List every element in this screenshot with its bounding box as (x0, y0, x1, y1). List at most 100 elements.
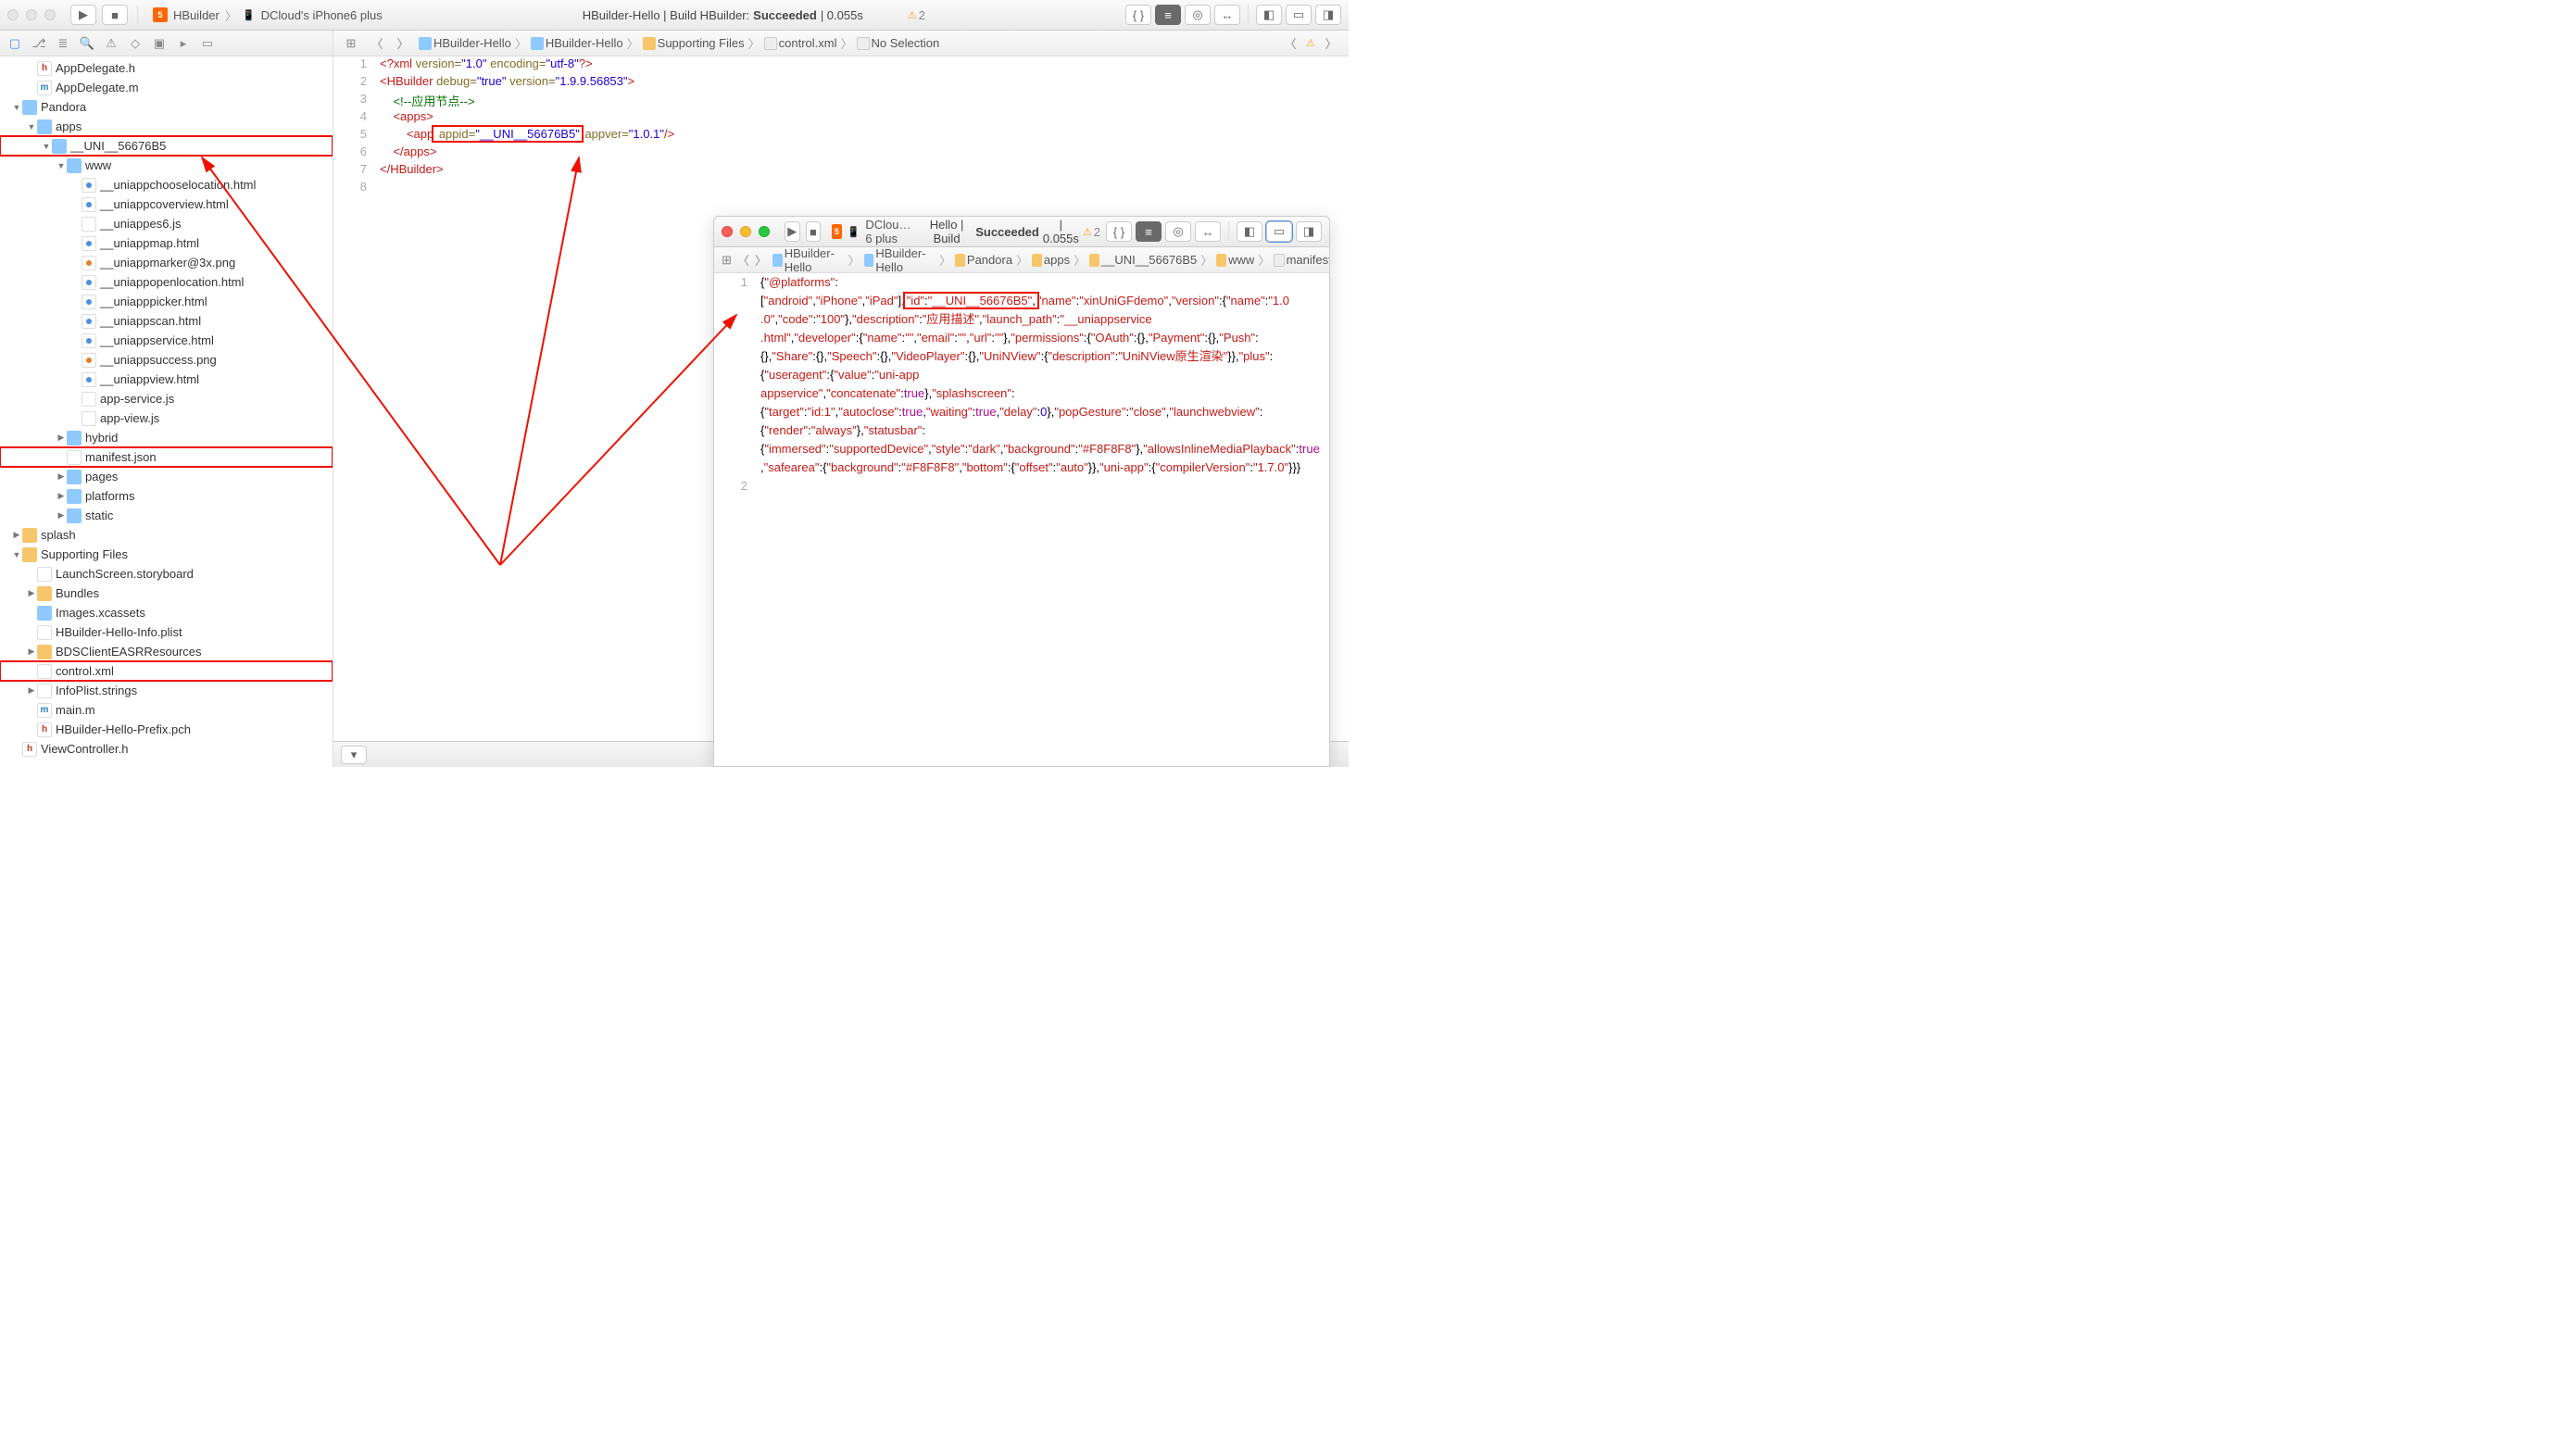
breadcrumb-item[interactable]: control.xml (779, 36, 837, 50)
breakpoint-nav-tab[interactable]: ▸ (174, 34, 193, 53)
find-nav-tab[interactable]: 🔍 (78, 34, 96, 53)
tree-item[interactable]: ▶platforms (0, 486, 333, 506)
symbol-nav-tab[interactable]: ≣ (54, 34, 72, 53)
report-nav-tab[interactable]: ▭ (198, 34, 217, 53)
breadcrumb-item[interactable]: HBuilder-Hello (546, 36, 623, 50)
tree-item[interactable]: __uniappsuccess.png (0, 350, 333, 370)
file-tree[interactable]: hAppDelegate.hmAppDelegate.m▼Pandora▼app… (0, 56, 333, 767)
tree-item[interactable]: mAppDelegate.m (0, 78, 333, 97)
tree-item[interactable]: ▼apps (0, 117, 333, 136)
console-toggle[interactable]: ▾ (341, 746, 367, 764)
jump-bar-next[interactable]: 〉 (1321, 34, 1341, 53)
code-snippets-button[interactable]: { } (1125, 5, 1151, 25)
tree-item[interactable]: __uniappopenlocation.html (0, 272, 333, 292)
left-panel-toggle[interactable]: ◧ (1256, 5, 1282, 25)
breadcrumb-item[interactable]: HBuilder-Hello (785, 246, 845, 274)
sub-snippets-button[interactable]: { } (1106, 221, 1132, 242)
standard-editor-button[interactable]: ≡ (1155, 5, 1181, 25)
issue-nav-tab[interactable]: ⚠ (102, 34, 120, 53)
sub-version-editor[interactable]: ↔ (1195, 221, 1221, 242)
sub-related-items[interactable]: ⊞ (722, 251, 732, 270)
tree-item[interactable]: ▼www (0, 156, 333, 175)
breadcrumb-item[interactable]: No Selection (872, 36, 940, 50)
sub-breadcrumb[interactable]: HBuilder-Hello〉HBuilder-Hello〉Pandora〉ap… (772, 246, 1330, 274)
tree-item[interactable]: __uniappservice.html (0, 331, 333, 350)
sub-window-controls[interactable] (722, 226, 779, 237)
forward-button[interactable]: 〉 (393, 34, 413, 53)
sub-left-panel[interactable]: ◧ (1237, 221, 1262, 242)
warning-badge[interactable]: 2 (908, 8, 925, 22)
jump-warning-badge[interactable] (1306, 37, 1315, 49)
tree-item[interactable]: mmain.m (0, 700, 333, 720)
tree-item[interactable]: app-view.js (0, 408, 333, 428)
sub-bottom-panel[interactable]: ▭ (1266, 221, 1292, 242)
tree-item[interactable]: app-service.js (0, 389, 333, 408)
code-editor-manifest-json[interactable]: 1{"@platforms":["android","iPhone","iPad… (714, 273, 1329, 766)
right-panel-toggle[interactable]: ◨ (1315, 5, 1341, 25)
breadcrumb-item[interactable]: Pandora (967, 253, 1012, 267)
tree-item[interactable]: ▶pages (0, 467, 333, 486)
sub-scheme-selector[interactable]: 5 📱 DClou…6 plus (832, 218, 916, 245)
breadcrumb-item[interactable]: __UNI__56676B5 (1101, 253, 1197, 267)
jump-bar-sub[interactable]: ⊞ 〈 〉 HBuilder-Hello〉HBuilder-Hello〉Pand… (714, 247, 1329, 273)
tree-item[interactable]: __uniappmap.html (0, 233, 333, 253)
breadcrumb[interactable]: HBuilder-Hello〉HBuilder-Hello〉Supporting… (419, 34, 939, 52)
tree-item[interactable]: ▼__UNI__56676B5 (0, 136, 333, 156)
tree-item[interactable]: Images.xcassets (0, 603, 333, 622)
tree-item[interactable]: __uniapppicker.html (0, 292, 333, 311)
tree-item[interactable]: LaunchScreen.storyboard (0, 564, 333, 584)
breadcrumb-item[interactable]: www (1228, 253, 1254, 267)
stop-button[interactable]: ■ (102, 5, 128, 25)
tree-item[interactable]: __uniappes6.js (0, 214, 333, 233)
sub-run-button[interactable]: ▶ (785, 221, 800, 242)
sub-back-button[interactable]: 〈 (737, 251, 749, 270)
breadcrumb-item[interactable]: manifest.json (1287, 253, 1330, 267)
tree-item[interactable]: hHBuilder-Hello-Prefix.pch (0, 720, 333, 739)
tree-item[interactable]: manifest.json (0, 447, 333, 467)
scheme-selector[interactable]: 5 HBuilder 〉 📱 DCloud's iPhone6 plus (153, 6, 383, 24)
sub-right-panel[interactable]: ◨ (1296, 221, 1322, 242)
test-nav-tab[interactable]: ◇ (126, 34, 144, 53)
tree-item[interactable]: ▶Bundles (0, 584, 333, 603)
tree-item[interactable]: control.xml (0, 661, 333, 681)
window-controls[interactable] (7, 9, 65, 20)
assistant-editor-button[interactable]: ◎ (1185, 5, 1211, 25)
tree-item[interactable]: ▶InfoPlist.strings (0, 681, 333, 700)
tree-item[interactable]: ▶BDSClientEASRResources (0, 642, 333, 661)
tree-item-label: InfoPlist.strings (56, 684, 137, 697)
breadcrumb-item[interactable]: HBuilder-Hello (875, 246, 936, 274)
tree-item[interactable]: __uniappcoverview.html (0, 195, 333, 214)
breadcrumb-item[interactable]: HBuilder-Hello (433, 36, 511, 50)
tree-item[interactable]: __uniappscan.html (0, 311, 333, 331)
tree-item[interactable]: ▶static (0, 506, 333, 525)
tree-item-label: __uniappchooselocation.html (100, 178, 256, 192)
tree-item[interactable]: ▶splash (0, 525, 333, 545)
sub-forward-button[interactable]: 〉 (755, 251, 767, 270)
sub-standard-editor[interactable]: ≡ (1136, 221, 1162, 242)
tree-item[interactable]: ▼Supporting Files (0, 545, 333, 564)
tree-item[interactable]: ▶hybrid (0, 428, 333, 447)
debug-nav-tab[interactable]: ▣ (150, 34, 169, 53)
tree-item[interactable]: __uniappview.html (0, 370, 333, 389)
breadcrumb-item[interactable]: apps (1044, 253, 1070, 267)
tree-item-label: __UNI__56676B5 (70, 139, 166, 153)
run-button[interactable]: ▶ (70, 5, 96, 25)
tree-item[interactable]: hAppDelegate.h (0, 58, 333, 78)
tree-item[interactable]: __uniappmarker@3x.png (0, 253, 333, 272)
project-nav-tab[interactable]: ▢ (6, 34, 24, 53)
jump-bar-prev[interactable]: 〈 (1280, 34, 1300, 53)
related-items-button[interactable]: ⊞ (341, 34, 361, 53)
sub-stop-button[interactable]: ■ (806, 221, 822, 242)
sub-assistant-editor[interactable]: ◎ (1165, 221, 1191, 242)
sub-warning-badge[interactable]: 2 (1083, 225, 1100, 239)
back-button[interactable]: 〈 (367, 34, 387, 53)
source-control-nav-tab[interactable]: ⎇ (30, 34, 48, 53)
breadcrumb-item[interactable]: Supporting Files (658, 36, 745, 50)
tree-item[interactable]: HBuilder-Hello-Info.plist (0, 622, 333, 642)
bottom-panel-toggle[interactable]: ▭ (1286, 5, 1312, 25)
tree-item[interactable]: __uniappchooselocation.html (0, 175, 333, 195)
jump-bar-main[interactable]: ⊞ 〈 〉 HBuilder-Hello〉HBuilder-Hello〉Supp… (333, 31, 1349, 56)
tree-item[interactable]: hViewController.h (0, 739, 333, 759)
tree-item[interactable]: ▼Pandora (0, 97, 333, 117)
version-editor-button[interactable]: ↔ (1214, 5, 1240, 25)
